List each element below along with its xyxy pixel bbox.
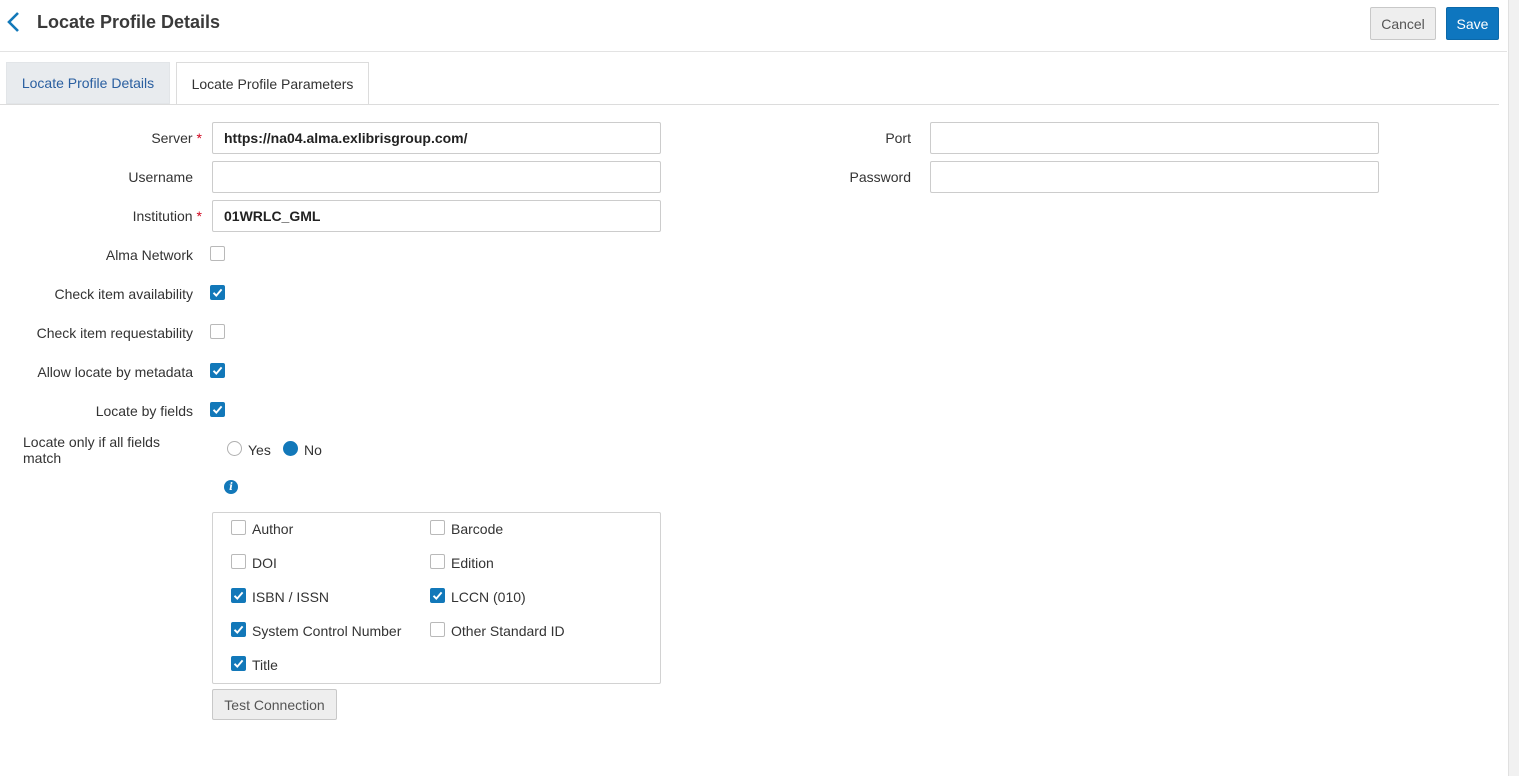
- other-standard-id-checkbox[interactable]: [430, 622, 445, 637]
- save-button[interactable]: Save: [1446, 7, 1499, 40]
- tab-locate-profile-details[interactable]: Locate Profile Details: [6, 62, 170, 104]
- isbn-issn-label: ISBN / ISSN: [252, 589, 330, 605]
- barcode-checkbox[interactable]: [430, 520, 445, 535]
- title-label: Title: [252, 657, 278, 673]
- page-title: Locate Profile Details: [37, 12, 221, 32]
- username-label: Username: [128, 169, 193, 185]
- author-label: Author: [252, 521, 294, 537]
- barcode-label: Barcode: [451, 521, 504, 537]
- server-input[interactable]: [212, 122, 661, 154]
- author-checkbox[interactable]: [231, 520, 246, 535]
- tab-locate-profile-parameters[interactable]: Locate Profile Parameters: [176, 62, 369, 105]
- institution-input[interactable]: [212, 200, 661, 232]
- doi-label: DOI: [252, 555, 277, 571]
- radio-no[interactable]: [283, 441, 298, 456]
- required-marker: *: [196, 208, 202, 224]
- cancel-button[interactable]: Cancel: [1370, 7, 1436, 40]
- label-line: match: [23, 450, 62, 466]
- allow-locate-by-metadata-label: Allow locate by metadata: [37, 364, 193, 380]
- isbn-issn-checkbox[interactable]: [231, 588, 246, 603]
- edition-checkbox[interactable]: [430, 554, 445, 569]
- password-input[interactable]: [930, 161, 1379, 193]
- radio-yes-label[interactable]: Yes: [248, 442, 271, 458]
- system-control-number-label: System Control Number: [252, 623, 402, 639]
- required-marker: *: [196, 130, 202, 146]
- alma-network-checkbox[interactable]: [210, 246, 225, 261]
- locate-only-if-all-match-label: Locate only if all fields match: [23, 434, 160, 466]
- page-header: Locate Profile Details Cancel Save: [0, 0, 1507, 52]
- port-input[interactable]: [930, 122, 1379, 154]
- doi-checkbox[interactable]: [231, 554, 246, 569]
- check-item-requestability-label: Check item requestability: [36, 325, 193, 341]
- tab-underline: [0, 104, 1499, 105]
- check-item-availability-label: Check item availability: [54, 286, 194, 302]
- edition-label: Edition: [451, 555, 494, 571]
- radio-no-label[interactable]: No: [304, 442, 322, 458]
- label-line: Locate only if all fields: [23, 434, 160, 450]
- page-scrollbar[interactable]: [1508, 0, 1519, 776]
- allow-locate-by-metadata-checkbox[interactable]: [210, 363, 225, 378]
- check-item-requestability-checkbox[interactable]: [210, 324, 225, 339]
- locate-by-fields-checkbox[interactable]: [210, 402, 225, 417]
- title-checkbox[interactable]: [231, 656, 246, 671]
- institution-label: Institution *: [132, 208, 202, 224]
- radio-yes[interactable]: [227, 441, 242, 456]
- server-label: Server *: [151, 130, 202, 146]
- back-arrow-icon[interactable]: [5, 10, 23, 34]
- info-icon[interactable]: i: [224, 480, 238, 494]
- username-input[interactable]: [212, 161, 661, 193]
- lccn-checkbox[interactable]: [430, 588, 445, 603]
- alma-network-label: Alma Network: [105, 247, 193, 263]
- test-connection-button[interactable]: Test Connection: [212, 689, 337, 720]
- port-label: Port: [885, 130, 911, 146]
- other-standard-id-label: Other Standard ID: [451, 623, 565, 639]
- lccn-label: LCCN (010): [451, 589, 526, 605]
- system-control-number-checkbox[interactable]: [231, 622, 246, 637]
- password-label: Password: [849, 169, 911, 185]
- check-item-availability-checkbox[interactable]: [210, 285, 225, 300]
- locate-by-fields-label: Locate by fields: [95, 403, 193, 419]
